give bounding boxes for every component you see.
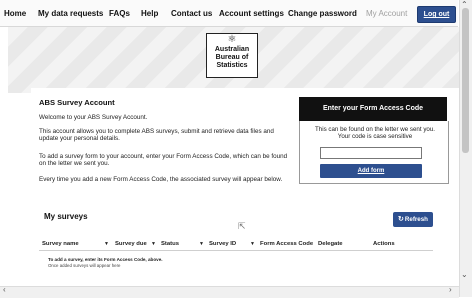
refresh-icon: ↻ <box>398 216 404 223</box>
column-status[interactable]: Status <box>161 241 179 247</box>
refresh-label: Refresh <box>404 216 428 223</box>
vertical-scroll-thumb[interactable] <box>462 8 469 153</box>
survey-appear-text: Every time you add a new Form Access Cod… <box>39 176 283 183</box>
refresh-button[interactable]: ↻Refresh <box>393 212 433 227</box>
welcome-text: Welcome to your ABS Survey Account. <box>39 114 148 121</box>
add-form-text-line-2: on the letter we sent you. <box>39 160 110 167</box>
table-header-divider <box>39 250 433 251</box>
form-access-code-input[interactable] <box>320 147 422 159</box>
account-title: ABS Survey Account <box>39 98 115 107</box>
column-survey-name[interactable]: Survey name <box>42 241 79 247</box>
nav-account-settings[interactable]: Account settings <box>219 9 284 18</box>
top-navigation: Home My data requests FAQs Help Contact … <box>0 0 458 27</box>
log-out-button[interactable]: Log out <box>417 6 456 23</box>
my-surveys-title: My surveys <box>44 212 88 221</box>
logo-text: Australian Bureau of Statistics <box>207 46 257 70</box>
help-line-2: Your code is case sensitive <box>337 133 413 141</box>
nav-help[interactable]: Help <box>141 9 158 18</box>
form-access-code-help: This can be found on the letter we sent … <box>306 126 444 140</box>
scroll-down-icon[interactable]: ⌄ <box>461 270 468 279</box>
add-form-button[interactable]: Add form <box>320 164 422 178</box>
empty-message-line-1: To add a survey, enter its Form Access C… <box>48 257 163 262</box>
nav-contact-us[interactable]: Contact us <box>171 9 212 18</box>
nav-home[interactable]: Home <box>4 9 26 18</box>
abs-logo: ⚛ Australian Bureau of Statistics <box>206 33 258 78</box>
nav-my-account[interactable]: My Account <box>366 9 407 18</box>
sort-arrow-icon[interactable]: ▼ <box>250 241 255 247</box>
help-line-1: This can be found on the letter we sent … <box>314 126 436 133</box>
nav-change-password[interactable]: Change password <box>288 9 357 18</box>
logo-line-3: Statistics <box>216 62 248 69</box>
form-access-code-header: Enter your Form Access Code <box>299 97 447 121</box>
nav-my-data-requests[interactable]: My data requests <box>38 9 103 18</box>
sort-arrow-icon[interactable]: ▼ <box>199 241 204 247</box>
logo-line-2: Bureau of <box>215 54 249 61</box>
intro-text-line-2: update your personal details. <box>39 135 120 142</box>
scroll-left-icon[interactable]: ‹ <box>3 285 6 294</box>
column-actions: Actions <box>373 241 395 247</box>
column-survey-due[interactable]: Survey due <box>115 241 147 247</box>
logo-line-1: Australian <box>214 46 250 53</box>
empty-message-line-2: Once added surveys will appear here <box>48 263 121 268</box>
column-delegate: Delegate <box>318 241 343 247</box>
scroll-right-icon[interactable]: › <box>449 285 452 294</box>
sort-arrow-icon[interactable]: ▼ <box>151 241 156 247</box>
crest-icon: ⚛ <box>227 34 237 45</box>
sort-arrow-icon[interactable]: ▼ <box>104 241 109 247</box>
column-survey-id[interactable]: Survey ID <box>209 241 236 247</box>
column-form-access-code[interactable]: Form Access Code <box>260 241 313 247</box>
scroll-up-icon[interactable]: ⌃ <box>461 0 468 9</box>
horizontal-scrollbar[interactable] <box>0 286 459 298</box>
mouse-cursor-icon: ⇱ <box>238 221 246 231</box>
form-access-code-panel: This can be found on the letter we sent … <box>299 121 449 184</box>
nav-faqs[interactable]: FAQs <box>109 9 130 18</box>
